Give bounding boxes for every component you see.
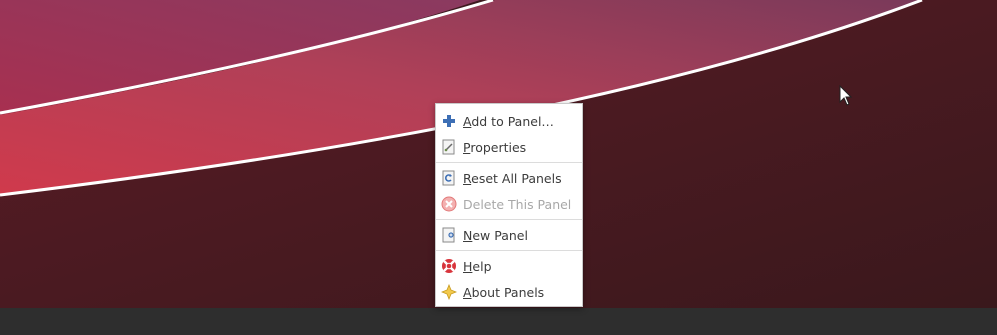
menu-item-label: Delete This Panel <box>463 196 572 212</box>
delete-icon <box>441 196 457 212</box>
menu-item-label: New Panel <box>463 227 528 243</box>
menu-separator <box>436 250 582 251</box>
desktop[interactable]: Add to Panel… Properties Reset All Panel… <box>0 0 997 335</box>
menu-item-label: About Panels <box>463 284 545 300</box>
bottom-panel[interactable] <box>0 308 997 335</box>
menu-item-help[interactable]: Help <box>436 253 582 279</box>
menu-separator <box>436 219 582 220</box>
help-icon <box>441 258 457 274</box>
menu-separator <box>436 162 582 163</box>
menu-item-properties[interactable]: Properties <box>436 134 582 160</box>
new-panel-icon <box>441 227 457 243</box>
add-icon <box>441 113 457 129</box>
menu-item-label: Reset All Panels <box>463 170 562 186</box>
menu-item-new-panel[interactable]: New Panel <box>436 222 582 248</box>
properties-icon <box>441 139 457 155</box>
panel-context-menu: Add to Panel… Properties Reset All Panel… <box>435 103 583 307</box>
about-icon <box>441 284 457 300</box>
menu-item-reset-all-panels[interactable]: Reset All Panels <box>436 165 582 191</box>
menu-item-label: Properties <box>463 139 527 155</box>
mouse-pointer-icon <box>839 85 853 106</box>
reset-icon <box>441 170 457 186</box>
menu-item-label: Add to Panel… <box>463 113 554 129</box>
menu-item-add-to-panel[interactable]: Add to Panel… <box>436 108 582 134</box>
menu-item-delete-this-panel: Delete This Panel <box>436 191 582 217</box>
menu-item-about-panels[interactable]: About Panels <box>436 279 582 305</box>
menu-item-label: Help <box>463 258 492 274</box>
